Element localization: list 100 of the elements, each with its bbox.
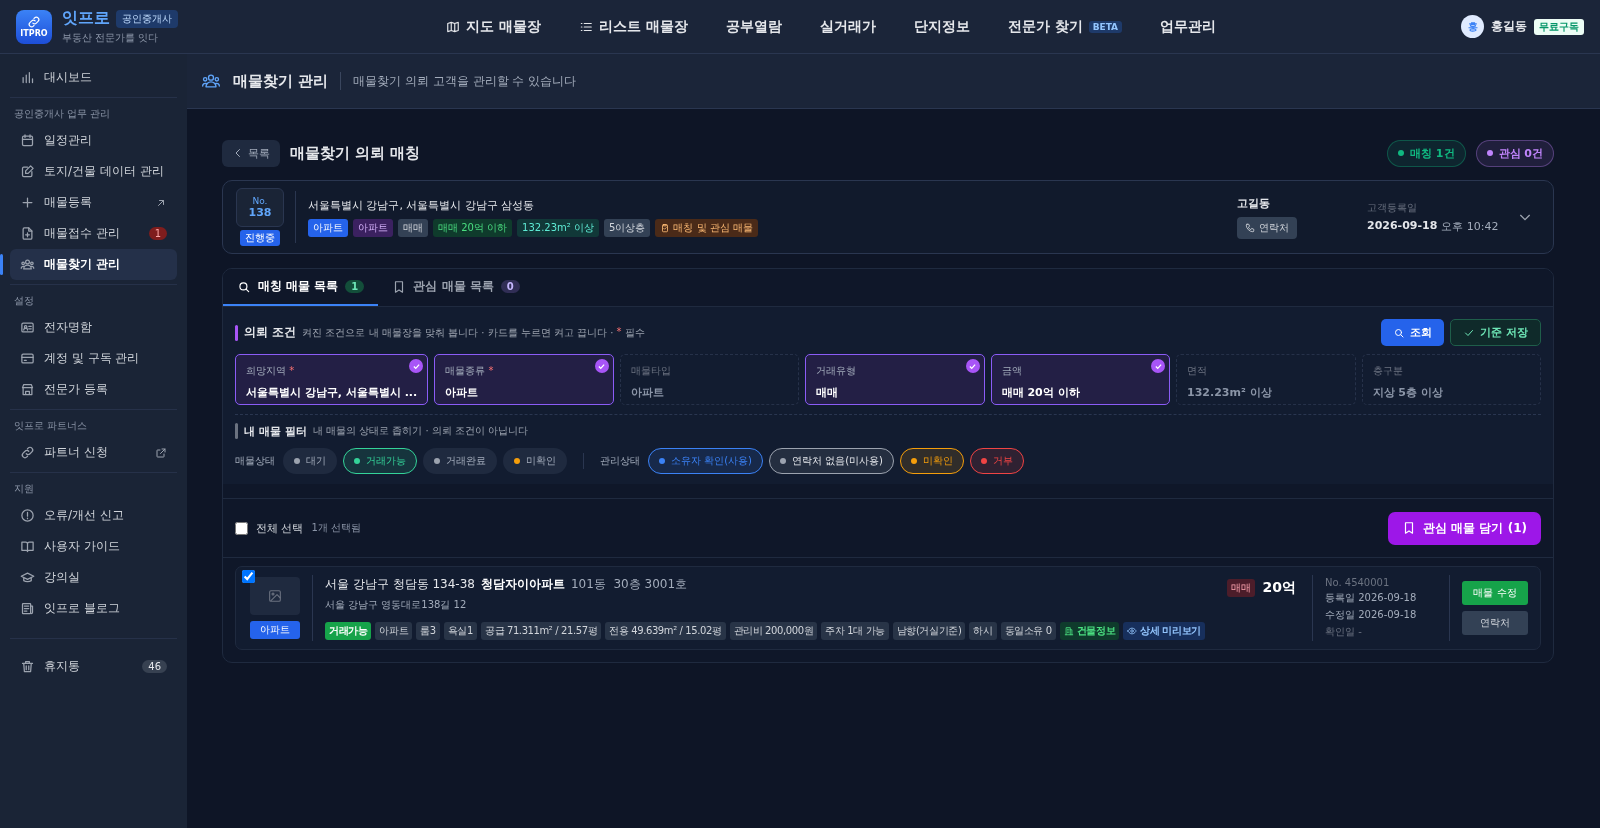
condition-card[interactable]: 매물종류 * 아파트: [434, 354, 614, 405]
condition-card[interactable]: 희망지역 * 서울특별시 강남구, 서울특별시 ...: [235, 354, 429, 405]
condition-card[interactable]: 금액 매매 20억 이하: [990, 354, 1171, 405]
plus-icon: [20, 195, 35, 210]
road-address: 서울 강남구 영동대로138길 12: [325, 598, 468, 612]
nav-link[interactable]: 실거래가: [819, 13, 876, 40]
eye-icon: [1127, 626, 1138, 636]
listing-tag[interactable]: 건물정보: [1059, 622, 1120, 640]
filter-label: 매물상태: [235, 454, 275, 468]
listing-tag: 전용 49.639m² / 15.02평: [605, 622, 726, 640]
deal-badge: 매매: [1226, 579, 1255, 597]
condition-card[interactable]: 면적 132.23m² 이상: [1176, 354, 1356, 405]
condition-tag: 매칭 및 관심 매물: [655, 218, 758, 237]
listing-tag: 아파트: [375, 622, 413, 640]
listing-tag: 남향(거실기준): [892, 622, 966, 640]
sidebar-item[interactable]: 파트너 신청: [10, 437, 177, 468]
logo-mark: ITPRO: [20, 29, 48, 38]
filter-chip[interactable]: 미확인: [899, 448, 964, 474]
user-name: 홍길동: [1491, 18, 1527, 35]
sidebar-item[interactable]: 일정관리: [10, 125, 177, 156]
request-address: 서울특별시 강남구, 서울특별시 강남구 삼성동: [308, 197, 536, 213]
listing-number: No. 4540001: [1325, 577, 1391, 588]
sidebar-item[interactable]: 전문가 등록: [10, 374, 177, 405]
filter-chip[interactable]: 소유자 확인(사용): [648, 448, 763, 474]
save-criteria-button[interactable]: 기준 저장: [1450, 319, 1541, 346]
sidebar-item[interactable]: 휴지통 46: [10, 651, 177, 682]
brand-tagline: 부동산 전문가를 잇다: [62, 31, 160, 45]
newspaper-icon: [20, 601, 35, 616]
nav-link[interactable]: 공부열람: [725, 13, 782, 40]
sidebar-item[interactable]: 사용자 가이드: [10, 531, 177, 562]
section-title: 잇프로 파트너스: [14, 420, 88, 431]
count-badge: 46: [142, 660, 167, 673]
client-name: 고길동: [1237, 195, 1270, 211]
edit-icon: [20, 164, 35, 179]
modified-date: 수정일 2026-09-18: [1325, 608, 1418, 622]
listing-checkbox[interactable]: [242, 570, 255, 583]
logo-icon[interactable]: ITPRO: [16, 9, 52, 44]
search-icon: [237, 279, 251, 294]
confirmed-date: 확인일 -: [1325, 625, 1363, 639]
nav-link[interactable]: 지도 매물장: [446, 13, 541, 40]
users-icon: [20, 257, 35, 272]
listing-tag: 공급 71.311m² / 21.57평: [480, 622, 602, 640]
conditions-hint: 켜진 조건으로 내 매물장을 맞춰 봅니다 · 카드를 누르면 켜고 끕니다 · * 필수: [302, 325, 646, 340]
add-favorites-button[interactable]: 관심 매물 담기 (1): [1388, 511, 1541, 545]
filter-chip[interactable]: 거부: [969, 448, 1024, 474]
condition-card[interactable]: 매물타입 아파트: [619, 354, 800, 405]
date-label: 고객등록일: [1367, 200, 1418, 215]
sidebar-item[interactable]: 토지/건물 데이터 관리: [10, 156, 177, 187]
nav-link[interactable]: 리스트 매물장: [578, 13, 688, 40]
request-number: 138: [248, 206, 272, 219]
section-title: 설정: [14, 295, 34, 306]
external-link-icon: [155, 446, 167, 459]
contact-button[interactable]: 연락처: [1237, 216, 1297, 239]
listing-tag[interactable]: 상세 미리보기: [1123, 622, 1205, 640]
nav-link[interactable]: 전문가 찾기 BETA: [1007, 13, 1123, 40]
condition-tag: 아파트: [353, 218, 393, 237]
filter-chip[interactable]: 거래가능: [343, 448, 417, 474]
calendar-icon: [20, 133, 35, 148]
link-icon: [20, 445, 35, 460]
credit-card-icon: [20, 351, 35, 366]
sidebar-item[interactable]: 계정 및 구독 관리: [10, 343, 177, 374]
condition-tag: 아파트: [308, 218, 348, 237]
filter-chip[interactable]: 미확인: [503, 448, 567, 474]
link-icon: [27, 15, 41, 29]
id-card-icon: [20, 320, 35, 335]
sidebar-item[interactable]: 전자명함: [10, 312, 177, 343]
sidebar-item[interactable]: 대시보드: [10, 62, 177, 93]
condition-tag: 매매: [398, 218, 428, 237]
sidebar-item[interactable]: 오류/개선 신고: [10, 500, 177, 531]
count-pill: 관심 0건: [1475, 139, 1554, 167]
price: 20억: [1262, 579, 1296, 597]
condition-card[interactable]: 층구분 지상 5층 이상: [1361, 354, 1541, 405]
select-all-checkbox[interactable]: [235, 521, 248, 535]
image-icon: [267, 588, 283, 604]
nav-link[interactable]: 업무관리: [1160, 13, 1217, 40]
beta-badge: BETA: [1088, 20, 1123, 33]
section-title: 매물찾기 의뢰 매칭: [290, 143, 422, 163]
sidebar-item[interactable]: 매물등록: [10, 187, 177, 218]
selected-count: 1개 선택됨: [311, 521, 363, 535]
condition-tag: 5이상층: [604, 218, 651, 237]
building-name: 청담자이아파트: [480, 576, 565, 593]
contact-button[interactable]: 연락처: [1462, 611, 1528, 635]
listing-tag: 거래가능: [325, 622, 372, 640]
select-all-label: 전체 선택: [256, 520, 304, 536]
brand-badge: 공인중개사: [116, 9, 178, 28]
alert-icon: [20, 508, 35, 523]
page-subtitle: 매물찾기 의뢰 고객을 관리할 수 있습니다: [353, 72, 577, 90]
registered-date: 2026-09-18 오후 10:42: [1367, 218, 1500, 234]
filter-chip[interactable]: 대기: [283, 448, 337, 474]
registered-date: 등록일 2026-09-18: [1325, 591, 1418, 605]
sidebar-item[interactable]: 매물접수 관리 1: [10, 218, 177, 249]
filter-chip[interactable]: 거래완료: [423, 448, 497, 474]
search-button[interactable]: 조회: [1381, 319, 1445, 346]
back-button[interactable]: 목록: [222, 139, 280, 167]
nav-link[interactable]: 단지정보: [913, 13, 970, 40]
sidebar-item[interactable]: 강의실: [10, 562, 177, 593]
condition-card[interactable]: 거래유형 매매: [805, 354, 985, 405]
sidebar-item[interactable]: 잇프로 블로그: [10, 593, 177, 624]
filter-chip[interactable]: 연락처 없음(미사용): [769, 448, 894, 474]
tab[interactable]: 관심 매물 목록 0: [378, 269, 534, 306]
